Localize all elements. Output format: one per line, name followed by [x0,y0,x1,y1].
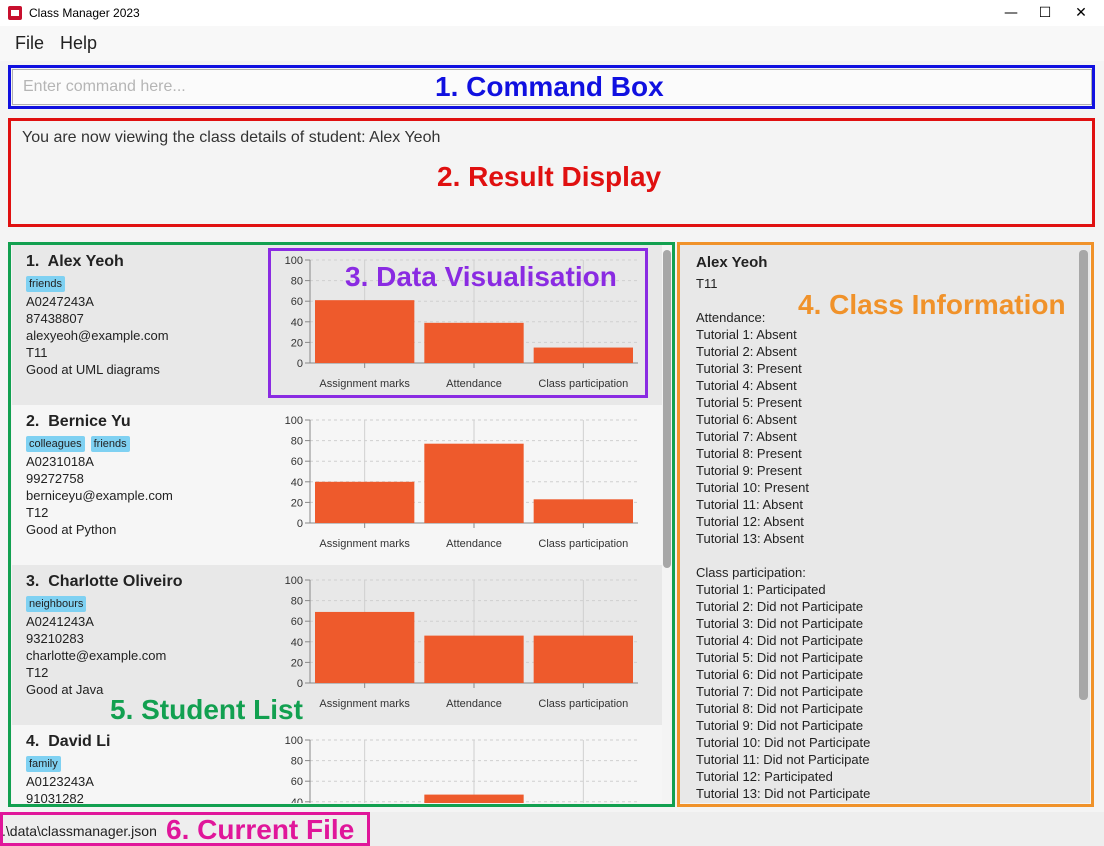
close-button[interactable]: ✕ [1058,0,1104,26]
command-box-annotation: 1. Command Box [435,71,664,102]
student-list-annotation: 5. Student List [110,694,303,725]
window-title: Class Manager 2023 [29,6,140,20]
title-bar: Class Manager 2023 — ☐ ✕ [0,0,1104,26]
class-information-annotation: 4. Class Information [798,289,1066,320]
menu-bar: File Help [0,26,1104,61]
result-display-annotation: 2. Result Display [437,161,662,192]
student-list-outline [8,242,675,807]
menu-file[interactable]: File [7,33,52,54]
current-file-annotation: 6. Current File [166,814,355,845]
class-information-outline [677,242,1094,807]
app-icon [8,6,22,20]
menu-help[interactable]: Help [52,33,105,54]
